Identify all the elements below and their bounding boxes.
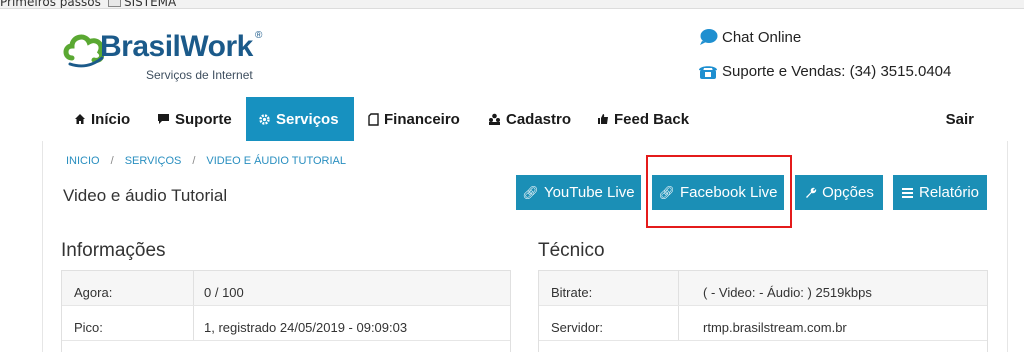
row-key: Pico: — [74, 320, 103, 335]
nav-item-inicio[interactable]: Início — [62, 97, 142, 141]
tecnico-heading: Técnico — [538, 240, 605, 261]
chat-bubble-icon — [700, 29, 718, 45]
bookmark-sistema[interactable]: SISTEMA — [108, 0, 177, 9]
phone-icon — [699, 65, 717, 79]
row-value: 1, registrado 24/05/2019 - 09:09:03 — [204, 320, 408, 335]
breadcrumb-item-current[interactable]: VIDEO E ÁUDIO TUTORIAL — [206, 155, 346, 167]
column-divider — [678, 306, 679, 340]
nav-item-label: Feed Back — [614, 110, 690, 128]
wrench-icon — [806, 187, 817, 198]
row-value: rtmp.brasilstream.com.br — [703, 320, 847, 335]
tec-row-servidor: Servidor: rtmp.brasilstream.com.br — [539, 306, 987, 341]
chat-online-label: Chat Online — [722, 28, 802, 46]
users-icon — [489, 113, 500, 125]
thumbs-up-icon — [598, 114, 608, 124]
document-icon — [368, 112, 379, 126]
column-divider — [193, 271, 194, 305]
tecnico-panel: Bitrate: ( - Video: - Áudio: ) 2519kbps … — [538, 270, 988, 352]
column-divider — [678, 271, 679, 305]
page-title: Video e áudio Tutorial — [63, 186, 228, 205]
nav-item-suporte[interactable]: Suporte — [145, 97, 244, 141]
highlight-annotation — [646, 155, 792, 228]
button-label: Relatório — [918, 184, 980, 201]
nav-item-label: Serviços — [276, 110, 339, 128]
nav-item-feedback[interactable]: Feed Back — [585, 97, 701, 141]
youtube-live-button[interactable]: 🔗︎ YouTube Live — [516, 175, 641, 210]
bookmark-label: Primeiros passos — [0, 0, 101, 9]
support-phone-label: Suporte e Vendas: (34) 3515.0404 — [722, 63, 952, 80]
informacoes-panel: Agora: 0 / 100 Pico: 1, registrado 24/05… — [61, 270, 511, 352]
home-icon — [75, 114, 85, 124]
row-value: ( - Video: - Áudio: ) 2519kbps — [703, 285, 872, 300]
nav-item-label: Cadastro — [506, 110, 572, 128]
button-label: YouTube Live — [543, 184, 635, 201]
brand-logo[interactable]: BrasilWork ® Serviços de Internet — [62, 28, 282, 84]
logout-link[interactable]: Sair — [946, 97, 974, 141]
breadcrumb-separator: / — [192, 155, 196, 167]
support-phone: Suporte e Vendas: (34) 3515.0404 — [698, 63, 951, 80]
breadcrumb-separator: / — [110, 155, 114, 167]
bookmarks-bar: Primeiros passos SISTEMA — [0, 0, 1024, 9]
logo-tagline: Serviços de Internet — [146, 68, 253, 82]
chat-online-link[interactable]: Chat Online — [698, 28, 801, 46]
bookmark-label: SISTEMA — [124, 0, 177, 9]
registered-mark: ® — [255, 30, 263, 41]
button-label: Opções — [822, 184, 874, 201]
info-row-pico: Pico: 1, registrado 24/05/2019 - 09:09:0… — [62, 306, 510, 341]
info-row-agora: Agora: 0 / 100 — [62, 271, 510, 306]
tec-row-bitrate: Bitrate: ( - Video: - Áudio: ) 2519kbps — [539, 271, 987, 306]
informacoes-heading: Informações — [61, 240, 166, 261]
link-icon: 🔗︎ — [522, 184, 539, 200]
relatorio-button[interactable]: Relatório — [893, 175, 987, 210]
nav-item-financeiro[interactable]: Financeiro — [356, 97, 472, 141]
opcoes-button[interactable]: Opções — [795, 175, 883, 210]
comment-icon — [158, 114, 169, 124]
gear-icon — [259, 113, 270, 125]
logo-wordmark: BrasilWork — [100, 30, 253, 63]
row-key: Servidor: — [551, 320, 604, 335]
breadcrumb: INICIO / SERVIÇOS / VIDEO E ÁUDIO TUTORI… — [66, 155, 346, 167]
nav-item-label: Financeiro — [384, 110, 460, 128]
breadcrumb-item-inicio[interactable]: INICIO — [66, 155, 100, 167]
nav-item-label: Início — [91, 110, 131, 128]
bookmark-primeiros-passos[interactable]: Primeiros passos — [0, 0, 101, 9]
row-value: 0 / 100 — [204, 285, 244, 300]
list-icon — [901, 187, 913, 198]
nav-item-servicos[interactable]: Serviços — [246, 97, 354, 141]
nav-item-label: Suporte — [175, 110, 232, 128]
breadcrumb-item-servicos[interactable]: SERVIÇOS — [125, 155, 182, 167]
main-nav: Início Suporte Serviços Financeiro Cadas… — [62, 97, 988, 141]
nav-item-cadastro[interactable]: Cadastro — [476, 97, 583, 141]
row-key: Agora: — [74, 285, 113, 300]
row-key: Bitrate: — [551, 285, 593, 300]
column-divider — [193, 306, 194, 340]
